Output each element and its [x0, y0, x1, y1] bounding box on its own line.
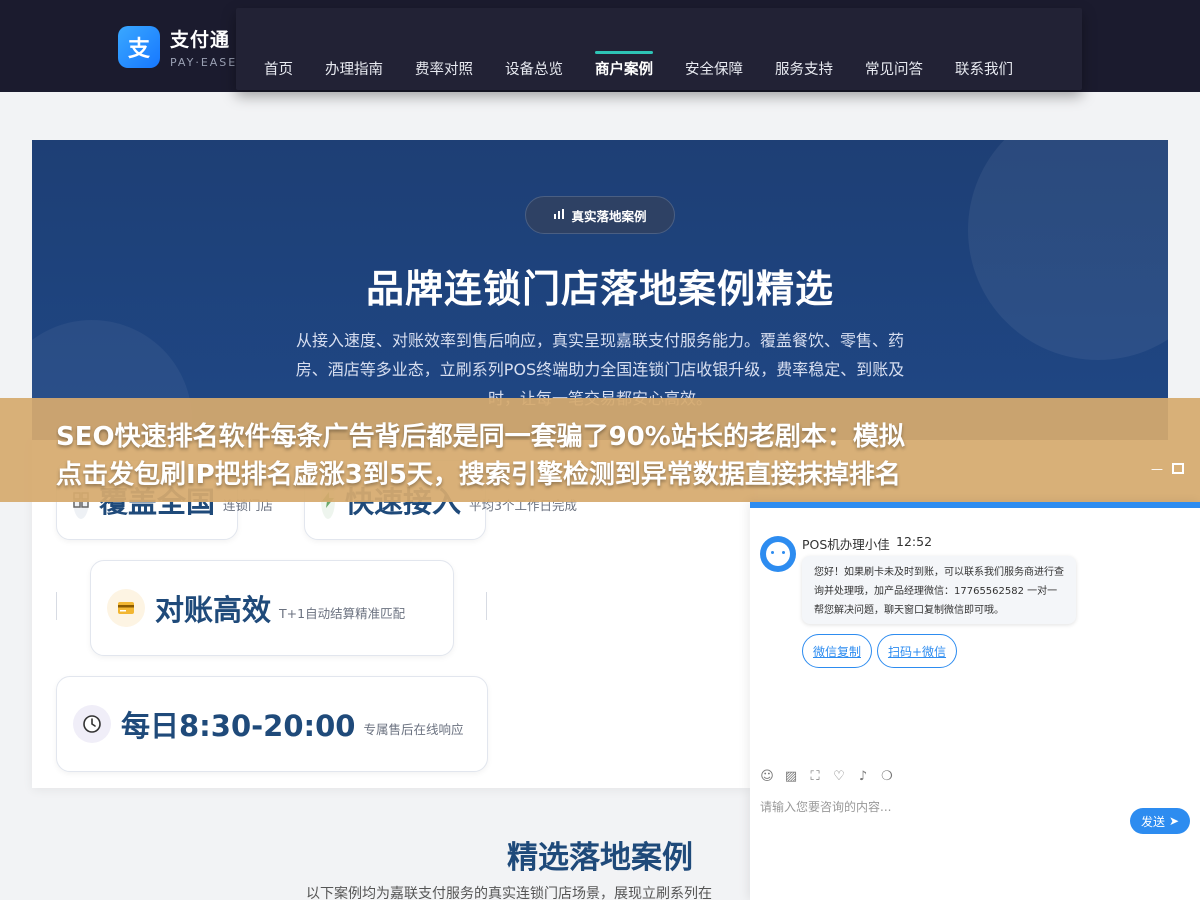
chat-toolbar: ☺ ▨ ⛶ ♡ ♪ ❍	[760, 770, 904, 784]
feature-note: 专属售后在线响应	[363, 721, 464, 737]
feature-note: T+1自动结算精准匹配	[279, 605, 406, 621]
minimize-icon[interactable]: —	[1151, 462, 1163, 476]
logo-subtitle: PAY·EASE	[170, 56, 238, 69]
nav-item-support[interactable]: 服务支持	[775, 58, 833, 79]
feature-card-reconcile: 对账高效 T+1自动结算精准匹配	[90, 560, 454, 656]
sound-icon[interactable]: ♪	[856, 770, 870, 784]
feature-title: 每日8:30-20:00	[121, 709, 356, 743]
hero-badge-label: 真实落地案例	[571, 208, 647, 224]
clock-icon	[73, 705, 111, 743]
agent-name: POS机办理小佳	[802, 537, 890, 552]
divider	[56, 592, 57, 620]
chat-message-bubble: 您好！如果刷卡未及时到账，可以联系我们服务商进行查询并处理哦，加产品经理微信：1…	[802, 556, 1076, 624]
message-time: 12:52	[896, 534, 933, 549]
hero-badge: 真实落地案例	[525, 196, 675, 234]
chat-widget: POS机办理小佳 12:52 您好！如果刷卡未及时到账，可以联系我们服务商进行查…	[750, 502, 1200, 900]
chat-accent-bar	[750, 502, 1200, 508]
nav-item-rates[interactable]: 费率对照	[415, 58, 473, 79]
screenshot-icon[interactable]: ⛶	[808, 770, 822, 784]
feature-title: 对账高效	[155, 593, 272, 627]
logo-name: 支付通	[170, 29, 231, 51]
agent-avatar	[760, 536, 796, 572]
send-button[interactable]: 发送 ➤	[1130, 808, 1190, 834]
feature-card-hours: 每日8:30-20:00 专属售后在线响应	[56, 676, 488, 772]
chat-bubbles-icon[interactable]: ❍	[880, 770, 894, 784]
logo-text: 支付通 PAY·EASE	[170, 25, 237, 69]
nav-item-guide[interactable]: 办理指南	[325, 58, 383, 79]
send-arrow-icon: ➤	[1168, 814, 1180, 828]
bar-chart-icon	[553, 208, 565, 223]
nav-item-security[interactable]: 安全保障	[685, 58, 743, 79]
decorative-circle	[968, 140, 1168, 360]
nav-item-cases[interactable]: 商户案例	[595, 51, 653, 79]
chat-message-input[interactable]	[760, 800, 1120, 814]
banner-line: 点击发包刷IP把排名虚涨3到5天，搜索引擎检测到异常数据直接抹掉排名	[56, 460, 901, 490]
site-logo[interactable]: 支 支付通 PAY·EASE	[118, 25, 237, 69]
copy-wechat-button[interactable]: 微信复制	[802, 634, 872, 668]
card-icon	[107, 589, 145, 627]
main-nav: 首页 办理指南 费率对照 设备总览 商户案例 安全保障 服务支持 常见问答 联系…	[264, 51, 1045, 79]
scan-wechat-button[interactable]: 扫码+微信	[877, 634, 957, 668]
rating-icon[interactable]: ♡	[832, 770, 846, 784]
nav-item-home[interactable]: 首页	[264, 58, 293, 79]
section-description: 以下案例均为嘉联支付服务的真实连锁门店场景，展现立刷系列在	[306, 886, 712, 900]
logo-mark: 支	[118, 26, 160, 68]
banner-line: SEO快速排名软件每条广告背后都是同一套骗了90%站长的老剧本：模拟	[56, 422, 905, 452]
nav-item-faq[interactable]: 常见问答	[865, 58, 923, 79]
avatar-face-icon	[766, 542, 790, 566]
maximize-icon[interactable]	[1172, 463, 1184, 474]
nav-item-contact[interactable]: 联系我们	[955, 58, 1013, 79]
nav-item-devices[interactable]: 设备总览	[505, 58, 563, 79]
image-icon[interactable]: ▨	[784, 770, 798, 784]
divider	[486, 592, 487, 620]
banner-headline: SEO快速排名软件每条广告背后都是同一套骗了90%站长的老剧本：模拟 点击发包刷…	[56, 418, 1166, 494]
emoji-icon[interactable]: ☺	[760, 770, 774, 784]
hero-section: 真实落地案例 品牌连锁门店落地案例精选 从接入速度、对账效率到售后响应，真实呈现…	[32, 140, 1168, 440]
hero-title: 品牌连锁门店落地案例精选	[365, 267, 834, 311]
send-label: 发送	[1140, 814, 1165, 829]
